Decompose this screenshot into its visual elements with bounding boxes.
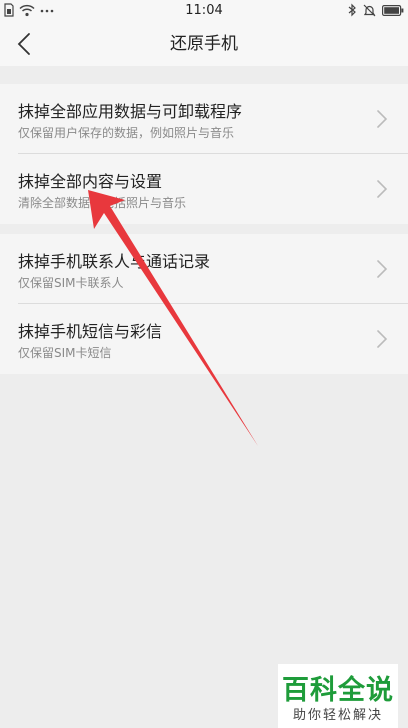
bluetooth-icon bbox=[348, 3, 356, 17]
list-item-erase-contacts[interactable]: 抹掉手机联系人与通话记录 仅保留SIM卡联系人 bbox=[0, 234, 408, 304]
list-item-title: 抹掉全部内容与设置 bbox=[18, 172, 163, 191]
list-item-title: 抹掉手机短信与彩信 bbox=[18, 322, 163, 341]
list-item-subtitle: 仅保留用户保存的数据，例如照片与音乐 bbox=[18, 126, 235, 140]
status-bar: 11:04 bbox=[0, 0, 408, 22]
list-item-title: 抹掉手机联系人与通话记录 bbox=[18, 252, 211, 271]
battery-icon bbox=[382, 4, 404, 16]
list-item-title: 抹掉全部应用数据与可卸载程序 bbox=[18, 102, 243, 121]
title-bar: 还原手机 bbox=[0, 22, 408, 66]
status-time: 11:04 bbox=[185, 3, 223, 18]
mute-icon bbox=[363, 4, 376, 16]
status-right-icons bbox=[348, 3, 404, 17]
chevron-right-icon bbox=[377, 330, 388, 348]
list-item-subtitle: 仅保留SIM卡联系人 bbox=[18, 276, 124, 290]
list-item-erase-messages[interactable]: 抹掉手机短信与彩信 仅保留SIM卡短信 bbox=[0, 304, 408, 374]
list-item-subtitle: 清除全部数据，包括照片与音乐 bbox=[18, 196, 187, 210]
chevron-right-icon bbox=[377, 180, 388, 198]
list-item-erase-all-content[interactable]: 抹掉全部内容与设置 清除全部数据，包括照片与音乐 bbox=[0, 154, 408, 224]
page-title: 还原手机 bbox=[170, 34, 238, 54]
watermark-logo: 百科全说 助你轻松解决 bbox=[278, 664, 398, 728]
watermark-slogan: 助你轻松解决 bbox=[292, 708, 383, 723]
reset-group-2: 抹掉手机联系人与通话记录 仅保留SIM卡联系人 抹掉手机短信与彩信 仅保留SIM… bbox=[0, 234, 408, 374]
list-item-erase-app-data[interactable]: 抹掉全部应用数据与可卸载程序 仅保留用户保存的数据，例如照片与音乐 bbox=[0, 84, 408, 154]
watermark-title: 百科全说 bbox=[282, 675, 394, 706]
reset-group-1: 抹掉全部应用数据与可卸载程序 仅保留用户保存的数据，例如照片与音乐 抹掉全部内容… bbox=[0, 84, 408, 224]
list-item-subtitle: 仅保留SIM卡短信 bbox=[18, 346, 112, 360]
chevron-right-icon bbox=[377, 110, 388, 128]
chevron-right-icon bbox=[377, 260, 388, 278]
